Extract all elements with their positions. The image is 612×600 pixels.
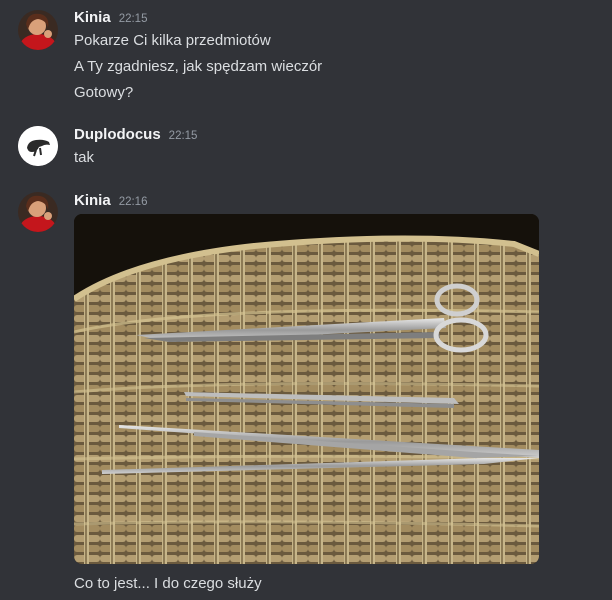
- message-text: tak: [74, 149, 95, 166]
- user-avatar[interactable]: [18, 10, 58, 50]
- message-text: A Ty zgadniesz, jak spędzam wieczór: [74, 58, 323, 75]
- image-attachment[interactable]: [74, 214, 539, 564]
- message-text: Gotowy?: [74, 84, 134, 101]
- user-avatar[interactable]: [18, 126, 58, 166]
- timestamp: 22:16: [118, 196, 148, 208]
- message-header: Kinia 22:16: [74, 192, 147, 212]
- chat-messages: Kinia 22:15 Pokarze Ci kilka przedmiotów…: [0, 0, 612, 600]
- timestamp: 22:15: [168, 130, 198, 142]
- username[interactable]: Duplodocus: [74, 126, 161, 143]
- user-avatar[interactable]: [18, 192, 58, 232]
- message-text: Pokarze Ci kilka przedmiotów: [74, 32, 271, 49]
- message-header: Kinia 22:15: [74, 9, 147, 29]
- username[interactable]: Kinia: [74, 9, 111, 26]
- timestamp: 22:15: [118, 13, 148, 25]
- username[interactable]: Kinia: [74, 192, 111, 209]
- message-text: Co to jest... I do czego służy: [74, 575, 262, 592]
- message-header: Duplodocus 22:15: [74, 126, 197, 146]
